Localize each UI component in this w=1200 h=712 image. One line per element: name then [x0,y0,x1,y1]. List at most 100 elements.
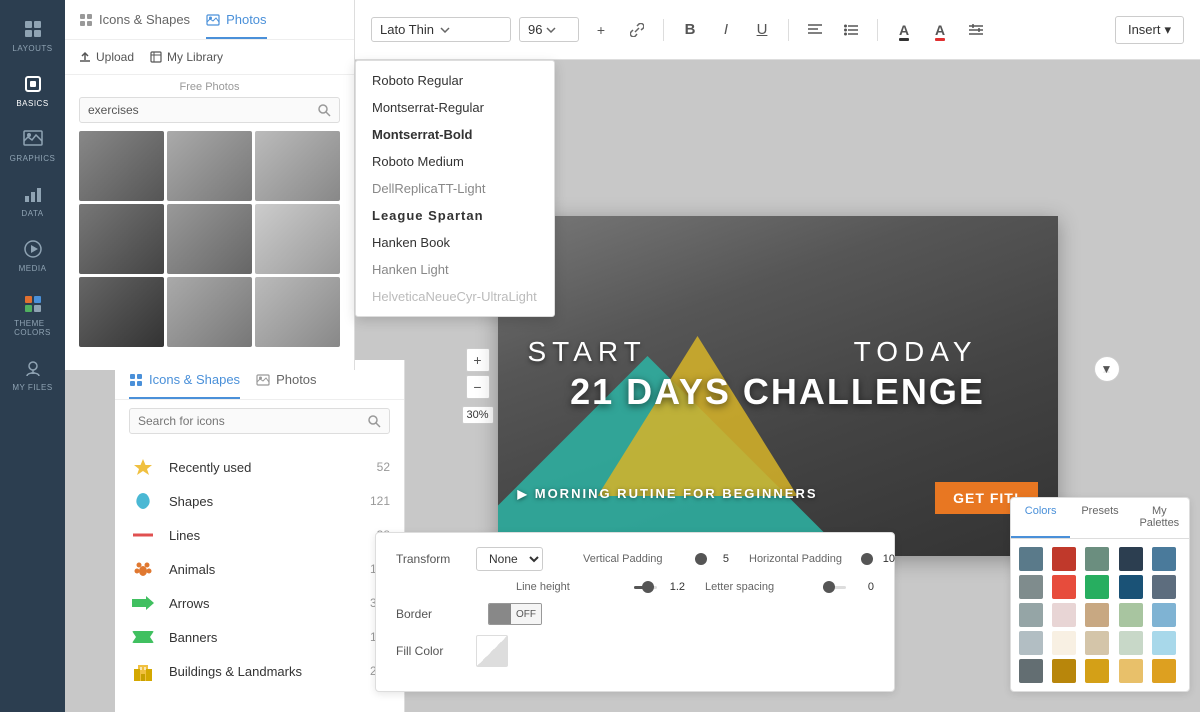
color-swatch[interactable] [1152,547,1176,571]
icon-search-input[interactable] [138,414,367,428]
nav-item-graphics[interactable]: GRAPHICS [0,118,65,173]
color-swatch[interactable] [1119,659,1143,683]
photo-thumb[interactable] [167,204,252,274]
italic-btn[interactable]: I [712,16,740,44]
line-height-slider[interactable] [634,586,657,589]
color-swatch[interactable] [1085,631,1109,655]
upload-icon [79,51,91,63]
list-item-label: Banners [169,630,217,645]
font-option[interactable]: HelveticaNeueCyr-UltraLight [356,283,554,310]
color-swatch[interactable] [1019,547,1043,571]
color-swatch[interactable] [1152,659,1176,683]
photo-thumb[interactable] [79,277,164,347]
font-option[interactable]: Roboto Regular [356,67,554,94]
plus-btn[interactable]: + [587,16,615,44]
photo-thumb[interactable] [79,131,164,201]
scroll-down-btn[interactable]: ▼ [1094,356,1120,382]
font-option[interactable]: Montserrat-Regular [356,94,554,121]
list-item[interactable]: Banners 102 [115,620,404,654]
list-btn[interactable] [837,16,865,44]
text-settings-btn[interactable] [962,16,990,44]
underline-btn[interactable]: U [748,16,776,44]
photo-thumb[interactable] [255,277,340,347]
photo-thumb[interactable] [167,277,252,347]
border-toggle[interactable]: OFF [488,603,542,625]
my-library-label: My Library [167,50,223,64]
photo-search-input[interactable] [88,103,317,117]
color-swatch[interactable] [1052,659,1076,683]
color-swatch[interactable] [1085,575,1109,599]
photo-thumb[interactable] [255,204,340,274]
color-swatch[interactable] [1119,631,1143,655]
design-canvas[interactable]: START TODAY 21 DAYS CHALLENGE ▶ MORNING … [498,216,1058,556]
font-size-selector[interactable]: 96 [519,17,579,42]
font-option[interactable]: DellReplicaTT-Light [356,175,554,202]
highlight-btn[interactable]: A [926,16,954,44]
color-swatch[interactable] [1085,659,1109,683]
list-item[interactable]: Recently used 52 [115,450,404,484]
list-item[interactable]: Buildings & Landmarks 244 [115,654,404,688]
nav-item-basics[interactable]: BASICS [0,63,65,118]
color-swatch[interactable] [1152,631,1176,655]
list-item[interactable]: Lines 38 [115,518,404,552]
nav-item-data[interactable]: DATA [0,173,65,228]
insert-btn[interactable]: Insert ▾ [1115,16,1184,44]
color-swatch[interactable] [1052,575,1076,599]
text-color-btn[interactable]: A [890,16,918,44]
transform-select[interactable]: None [476,547,543,571]
color-swatch[interactable] [1119,575,1143,599]
photos-icon-2 [256,373,270,387]
photo-thumb[interactable] [255,131,340,201]
nav-item-theme-colors[interactable]: THEMECOLORS [0,283,65,347]
letter-spacing-slider[interactable] [823,586,846,589]
my-library-btn[interactable]: My Library [150,50,223,64]
upload-btn[interactable]: Upload [79,50,134,64]
photo-search-box[interactable] [79,97,340,123]
tab-my-palettes[interactable]: My Palettes [1130,498,1189,538]
font-option[interactable]: Hanken Light [356,256,554,283]
list-item[interactable]: Animals 146 [115,552,404,586]
zoom-in-btn[interactable]: + [466,348,490,372]
color-swatch[interactable] [1019,659,1043,683]
tab-photos[interactable]: Photos [206,12,266,39]
list-item[interactable]: Shapes 121 [115,484,404,518]
tab-icons-shapes-2[interactable]: Icons & Shapes [129,372,240,399]
bold-btn[interactable]: B [676,16,704,44]
color-swatch[interactable] [1152,603,1176,627]
link-btn[interactable] [623,16,651,44]
theme-colors-icon [22,293,44,315]
photo-thumb[interactable] [79,204,164,274]
font-selector[interactable]: Lato Thin [371,17,511,42]
zoom-out-btn[interactable]: − [466,375,490,399]
color-swatch[interactable] [1052,603,1076,627]
panel-actions: Upload My Library [65,40,354,75]
nav-item-layouts[interactable]: LAYOUTS [0,8,65,63]
tab-presets[interactable]: Presets [1070,498,1129,538]
color-swatch[interactable] [1019,575,1043,599]
nav-item-my-files[interactable]: MY FILES [0,347,65,402]
font-option[interactable]: Hanken Book [356,229,554,256]
font-option[interactable]: Montserrat-Bold [356,121,554,148]
align-left-btn[interactable] [801,16,829,44]
nav-item-media[interactable]: MEDIA [0,228,65,283]
color-swatch[interactable] [1052,631,1076,655]
color-swatch[interactable] [1119,603,1143,627]
tab-photos-2[interactable]: Photos [256,372,316,399]
horizontal-padding-label: Horizontal Padding [749,553,859,565]
icon-search-box[interactable] [129,408,390,434]
font-option[interactable]: Roboto Medium [356,148,554,175]
tab-icons-shapes[interactable]: Icons & Shapes [79,12,190,39]
list-item[interactable]: Arrows 335 [115,586,404,620]
color-swatch[interactable] [1085,547,1109,571]
color-swatch[interactable] [1052,547,1076,571]
color-swatch[interactable] [1019,603,1043,627]
color-swatch[interactable] [1019,631,1043,655]
color-panel-tabs: Colors Presets My Palettes [1011,498,1189,539]
font-option[interactable]: League Spartan [356,202,554,229]
tab-colors[interactable]: Colors [1011,498,1070,538]
fill-color-swatch[interactable] [476,635,508,667]
color-swatch[interactable] [1152,575,1176,599]
color-swatch[interactable] [1085,603,1109,627]
photo-thumb[interactable] [167,131,252,201]
color-swatch[interactable] [1119,547,1143,571]
